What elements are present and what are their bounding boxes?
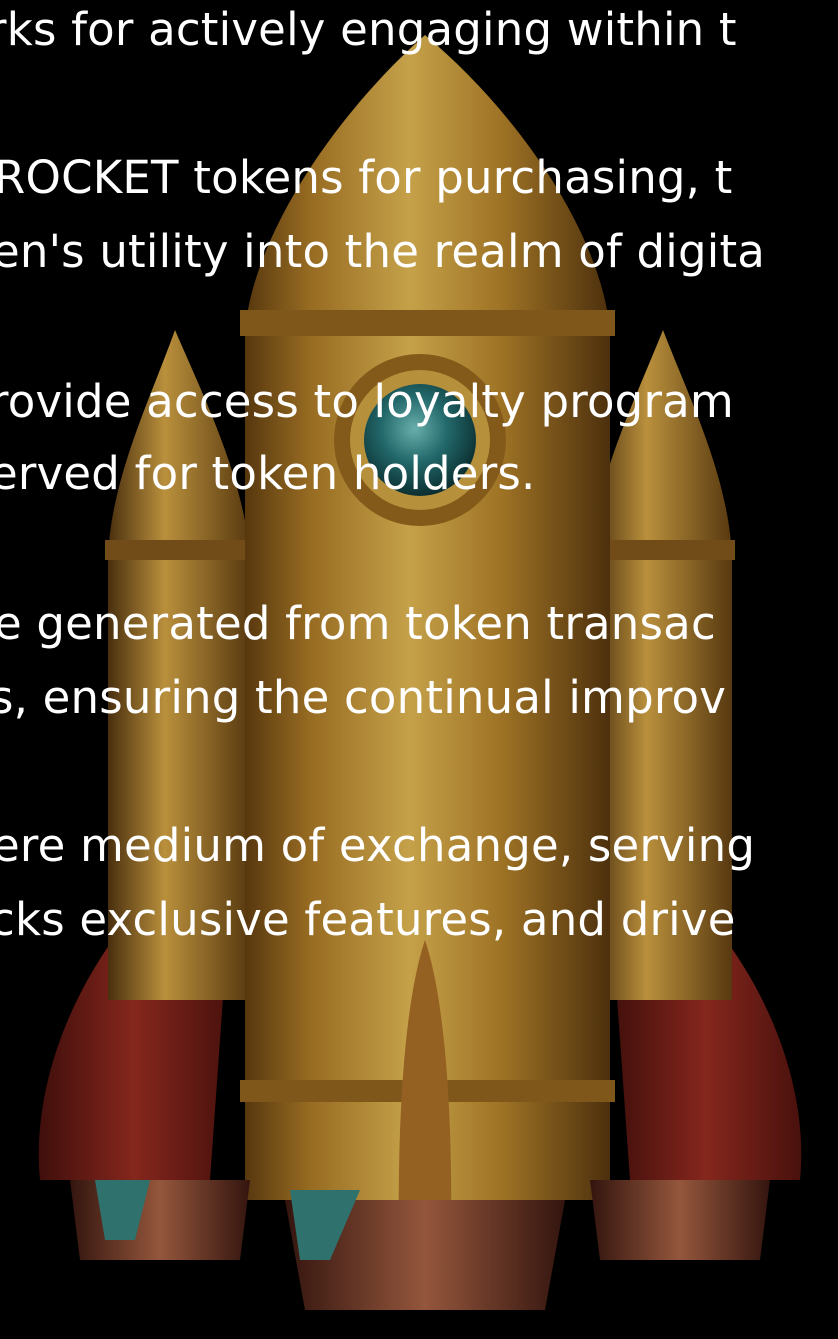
text-line: erved for token holders. bbox=[0, 447, 536, 500]
text-line: ROCKET tokens for purchasing, t bbox=[0, 151, 733, 204]
text-line: s, ensuring the continual improv bbox=[0, 671, 727, 724]
text-line: e generated from token transac bbox=[0, 597, 716, 650]
page: rks for actively engaging within t ROCKE… bbox=[0, 0, 838, 1339]
text-line: ere medium of exchange, serving bbox=[0, 819, 756, 872]
text-line: en's utility into the realm of digita bbox=[0, 225, 766, 278]
text-line: rovide access to loyalty program bbox=[0, 375, 734, 428]
text-line: cks exclusive features, and drive bbox=[0, 893, 736, 946]
body-text: rks for actively engaging within t ROCKE… bbox=[0, 0, 838, 1339]
text-line: rks for actively engaging within t bbox=[0, 3, 737, 56]
